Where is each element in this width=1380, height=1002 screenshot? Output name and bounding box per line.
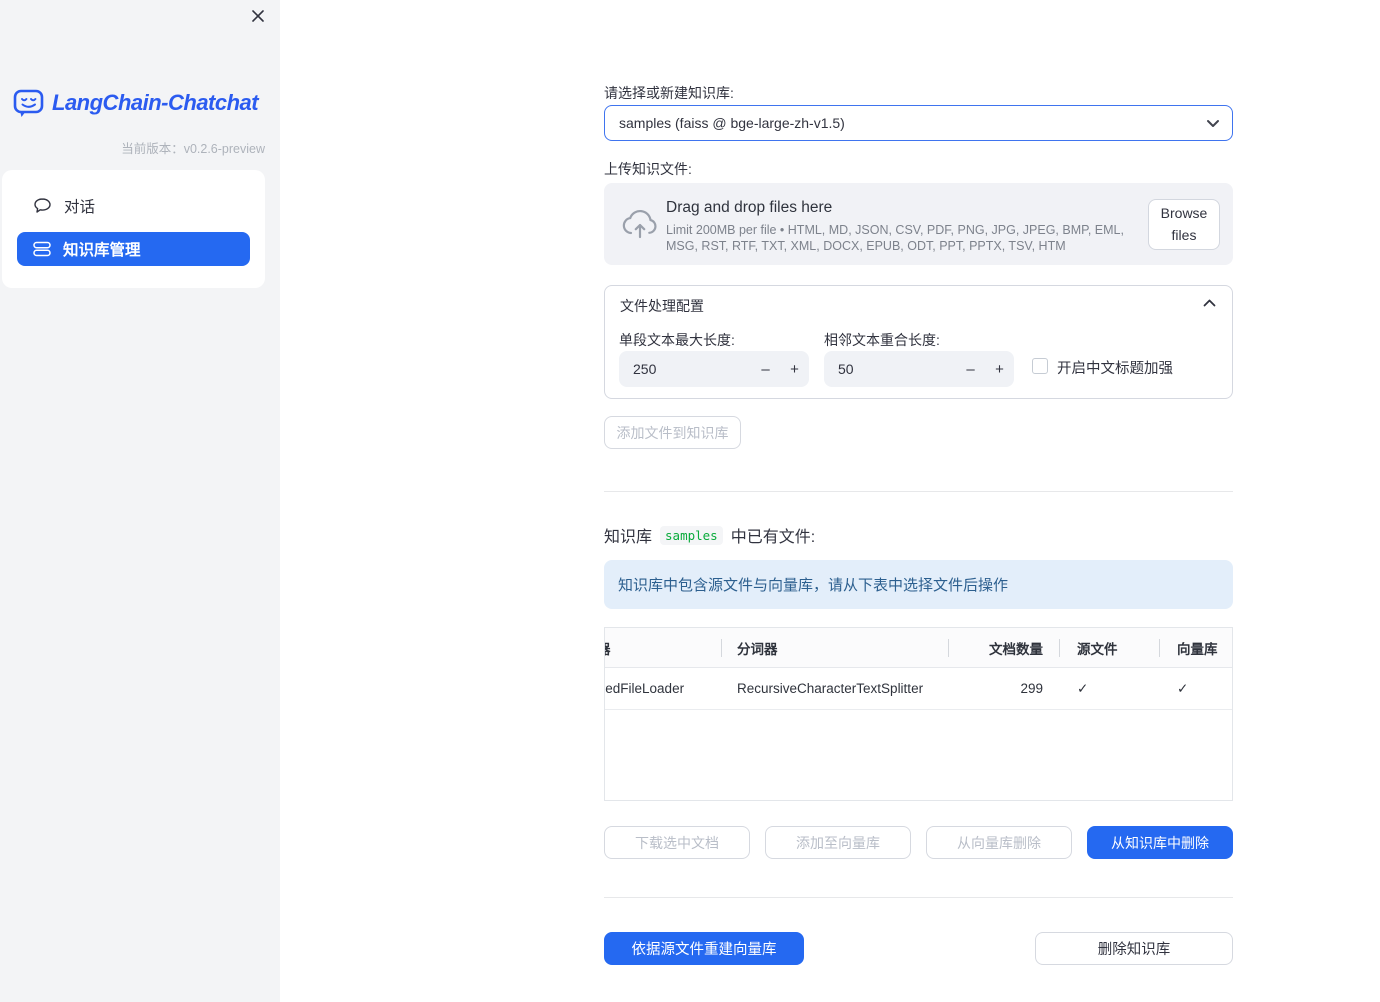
close-icon bbox=[252, 9, 264, 22]
kb-select-label: 请选择或新建知识库: bbox=[604, 85, 734, 101]
kb-select-value: samples (faiss @ bge-large-zh-v1.5) bbox=[619, 115, 845, 131]
table-row[interactable]: UnstructuredFileLoader RecursiveCharacte… bbox=[605, 668, 1232, 710]
divider bbox=[604, 491, 1233, 492]
chunk-size-decrement[interactable]: – bbox=[751, 361, 780, 378]
kb-select[interactable]: samples (faiss @ bge-large-zh-v1.5) bbox=[604, 105, 1233, 141]
overlap-size-increment[interactable]: + bbox=[985, 361, 1014, 378]
menu-label-chat: 对话 bbox=[64, 199, 96, 216]
version-text: 当前版本：v0.2.6-preview bbox=[121, 138, 265, 157]
chat-bubble-icon bbox=[33, 197, 52, 215]
upload-label: 上传知识文件: bbox=[604, 161, 692, 177]
cell-splitter: RecursiveCharacterTextSplitter bbox=[737, 681, 924, 696]
info-banner: 知识库中包含源文件与向量库，请从下表中选择文件后操作 bbox=[604, 560, 1233, 609]
kb-stack-icon bbox=[33, 240, 51, 258]
zh-title-checkbox[interactable] bbox=[1032, 358, 1048, 374]
version-label: 当前版本： bbox=[121, 142, 184, 156]
chunk-size-input[interactable] bbox=[619, 361, 751, 377]
sidebar-close-button[interactable] bbox=[248, 7, 268, 27]
add-files-to-kb-button[interactable]: 添加文件到知识库 bbox=[604, 416, 741, 449]
cell-source-file-check: ✓ bbox=[1077, 680, 1089, 696]
main-content: 请选择或新建知识库: samples (faiss @ bge-large-zh… bbox=[604, 0, 1233, 1002]
overlap-size-input[interactable] bbox=[824, 361, 956, 377]
overlap-size-stepper: – + bbox=[824, 351, 1014, 387]
cloud-upload-icon bbox=[622, 209, 657, 239]
sidebar-item-kb-management[interactable]: 知识库管理 bbox=[17, 232, 250, 266]
logo-text: LangChain-Chatchat bbox=[52, 90, 259, 115]
col-header-loader[interactable]: 文档加载器 bbox=[605, 628, 611, 667]
add-to-vector-store-button[interactable]: 添加至向量库 bbox=[765, 826, 911, 859]
delete-from-vector-store-button[interactable]: 从向量库删除 bbox=[926, 826, 1072, 859]
info-text: 知识库中包含源文件与向量库，请从下表中选择文件后操作 bbox=[618, 577, 1009, 594]
col-header-vector-store[interactable]: 向量库 bbox=[1177, 628, 1218, 667]
expander-title[interactable]: 文件处理配置 bbox=[620, 296, 704, 316]
sidebar: LangChain-Chatchat 当前版本：v0.2.6-preview 对… bbox=[0, 0, 280, 1002]
kb-files-prefix: 知识库 bbox=[604, 529, 653, 546]
sidebar-item-chat[interactable]: 对话 bbox=[33, 192, 95, 220]
kb-files-heading: 知识库 samples 中已有文件: bbox=[604, 523, 815, 547]
col-header-splitter[interactable]: 分词器 bbox=[737, 628, 778, 667]
column-divider bbox=[948, 639, 949, 657]
column-divider bbox=[1159, 639, 1160, 657]
kb-files-suffix: 中已有文件: bbox=[730, 529, 816, 546]
rebuild-vector-store-button[interactable]: 依据源文件重建向量库 bbox=[604, 932, 804, 965]
zh-title-checkbox-label[interactable]: 开启中文标题加强 bbox=[1057, 357, 1173, 378]
sidebar-menu: 对话 知识库管理 bbox=[2, 170, 265, 288]
browse-files-button[interactable]: Browse files bbox=[1148, 199, 1220, 250]
chatchat-logo-icon bbox=[12, 86, 46, 120]
app-root: LangChain-Chatchat 当前版本：v0.2.6-preview 对… bbox=[0, 0, 1380, 1002]
divider bbox=[604, 897, 1233, 898]
delete-from-kb-button[interactable]: 从知识库中删除 bbox=[1087, 826, 1233, 859]
overlap-size-label: 相邻文本重合长度: bbox=[824, 332, 940, 348]
chunk-size-increment[interactable]: + bbox=[780, 361, 809, 378]
chunk-size-label: 单段文本最大长度: bbox=[619, 332, 735, 348]
col-header-doc-count[interactable]: 文档数量 bbox=[948, 628, 1043, 667]
column-divider bbox=[721, 639, 722, 657]
cell-doc-count: 299 bbox=[1020, 681, 1043, 696]
chevron-up-icon[interactable] bbox=[1203, 299, 1216, 307]
overlap-size-decrement[interactable]: – bbox=[956, 361, 985, 378]
col-header-source-file[interactable]: 源文件 bbox=[1077, 628, 1118, 667]
menu-label-kb: 知识库管理 bbox=[63, 242, 141, 259]
kb-name-code: samples bbox=[660, 525, 723, 545]
file-dropzone[interactable]: Drag and drop files here Limit 200MB per… bbox=[604, 183, 1233, 265]
app-logo: LangChain-Chatchat bbox=[12, 86, 259, 120]
version-value: v0.2.6-preview bbox=[183, 142, 265, 156]
column-divider bbox=[1059, 639, 1060, 657]
dropzone-title: Drag and drop files here bbox=[666, 199, 833, 216]
chunk-size-stepper: – + bbox=[619, 351, 809, 387]
chevron-down-icon bbox=[1207, 119, 1219, 127]
cell-vector-store-check: ✓ bbox=[1177, 680, 1189, 696]
download-selected-button[interactable]: 下载选中文档 bbox=[604, 826, 750, 859]
kb-files-table[interactable]: 文档加载器 分词器 文档数量 源文件 向量库 UnstructuredFileL… bbox=[604, 627, 1233, 801]
file-config-expander: 文件处理配置 单段文本最大长度: 相邻文本重合长度: – + – + 开启中文标… bbox=[604, 285, 1233, 399]
table-header-row: 文档加载器 分词器 文档数量 源文件 向量库 bbox=[605, 628, 1232, 668]
delete-kb-button[interactable]: 删除知识库 bbox=[1035, 932, 1233, 965]
dropzone-limits: Limit 200MB per file • HTML, MD, JSON, C… bbox=[666, 223, 1124, 253]
cell-loader: UnstructuredFileLoader bbox=[605, 681, 685, 696]
